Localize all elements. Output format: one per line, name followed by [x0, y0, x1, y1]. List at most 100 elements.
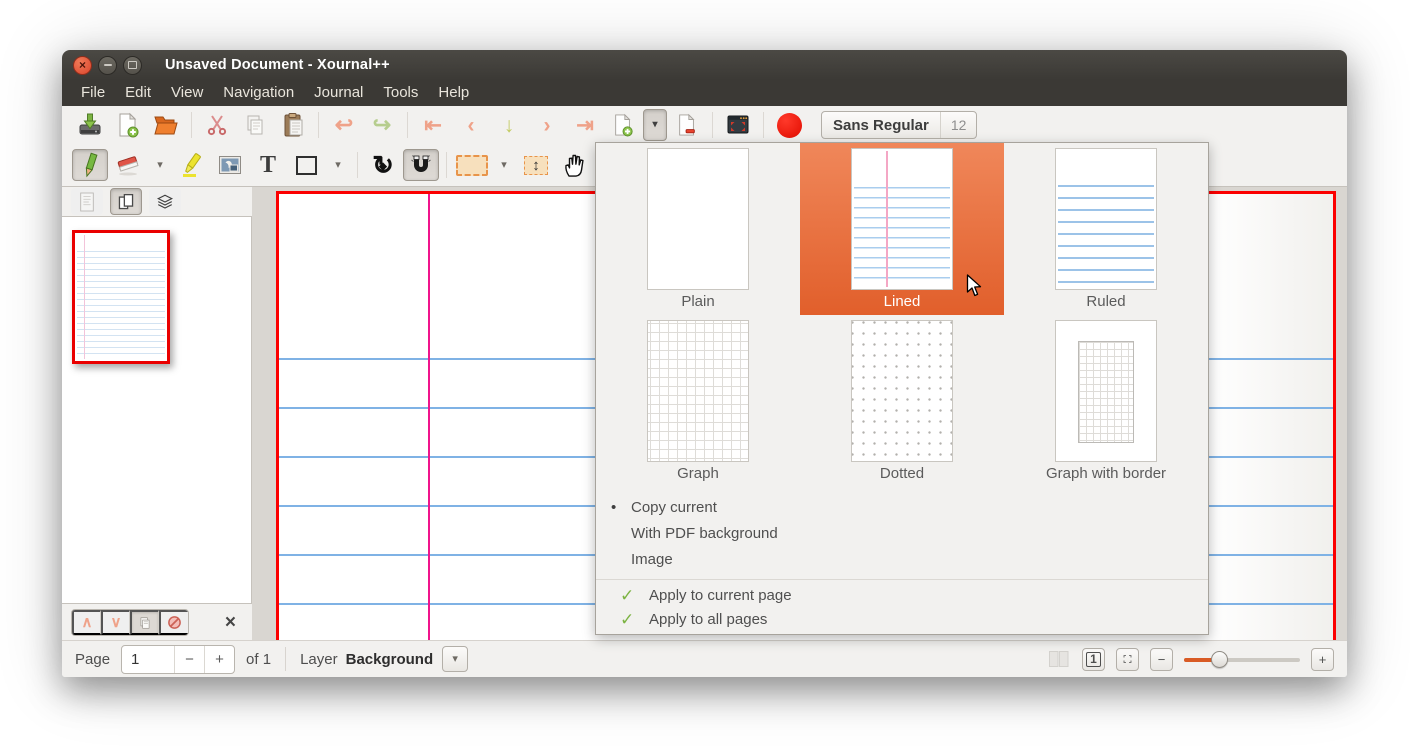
option-with-pdf-background[interactable]: With PDF background [596, 521, 1208, 547]
menu-help[interactable]: Help [428, 80, 479, 106]
delete-page-sidebar-button[interactable] [159, 610, 188, 635]
eraser-icon [115, 153, 141, 177]
page-number-value[interactable]: 1 [122, 646, 174, 673]
first-page-button[interactable]: ⇤ [415, 109, 451, 141]
rotation-snapping-button[interactable]: ↻◆ [365, 149, 401, 181]
copy-page-button[interactable] [130, 610, 159, 635]
sidebar-tab-layers[interactable] [149, 188, 181, 215]
select-rectangle-button[interactable] [454, 149, 490, 181]
zoom-out-button[interactable]: − [1150, 648, 1173, 671]
page-type-dotted[interactable]: Dotted [800, 315, 1004, 487]
shape-tool-button[interactable] [288, 149, 324, 181]
eraser-tool-button[interactable] [110, 149, 146, 181]
menu-edit[interactable]: Edit [115, 80, 161, 106]
zoom-slider-handle[interactable] [1211, 651, 1228, 668]
titlebar[interactable]: × Unsaved Document - Xournal++ [62, 50, 1347, 80]
hand-icon [562, 152, 586, 178]
close-window-button[interactable]: × [73, 56, 92, 75]
close-sidebar-button[interactable]: × [225, 613, 236, 632]
option-image[interactable]: Image [596, 547, 1208, 573]
page-number-spinner[interactable]: 1 − + [121, 645, 235, 674]
menu-file[interactable]: File [71, 80, 115, 106]
delete-page-button[interactable] [669, 109, 705, 141]
page-type-graph[interactable]: Graph [596, 315, 800, 487]
grid-snapping-button[interactable] [403, 149, 439, 181]
hand-tool-button[interactable] [556, 149, 592, 181]
option-copy-current[interactable]: • Copy current [596, 495, 1208, 521]
minimize-window-button[interactable] [98, 56, 117, 75]
rotate-snap-icon: ↻◆ [370, 152, 396, 178]
toolbar-separator [357, 152, 358, 178]
page-preview-panel[interactable] [62, 216, 252, 604]
zoom-slider[interactable] [1184, 648, 1300, 671]
page-type-label: Ruled [1004, 293, 1208, 310]
page-type-graph-with-border[interactable]: Graph with border [1004, 315, 1208, 487]
sidebar-tabs [62, 187, 252, 216]
previous-page-button[interactable]: ‹ [453, 109, 489, 141]
new-document-icon [116, 112, 140, 138]
new-page-icon [612, 113, 634, 137]
fit-page-button[interactable]: 1 [1082, 648, 1105, 671]
redo-button[interactable]: ↪ [364, 109, 400, 141]
presentation-mode-button[interactable] [720, 109, 756, 141]
next-annotated-page-button[interactable]: ↓ [491, 109, 527, 141]
undo-button[interactable]: ↩ [326, 109, 362, 141]
text-tool-button[interactable]: T [250, 149, 286, 181]
last-page-icon: ⇥ [576, 115, 594, 136]
highlighter-tool-button[interactable] [174, 149, 210, 181]
forbidden-icon [167, 613, 182, 632]
move-page-down-button[interactable]: ∨ [101, 610, 130, 635]
record-button[interactable] [771, 109, 807, 141]
next-page-button[interactable]: › [529, 109, 565, 141]
first-page-icon: ⇤ [424, 115, 442, 136]
menu-view[interactable]: View [161, 80, 213, 106]
cut-button[interactable] [199, 109, 235, 141]
apply-to-all-pages[interactable]: ✓ Apply to all pages [596, 608, 1208, 632]
record-icon [777, 113, 802, 138]
maximize-window-button[interactable] [123, 56, 142, 75]
redo-icon: ↪ [373, 114, 391, 136]
font-button[interactable]: Sans Regular 12 [821, 111, 977, 139]
page-thumbnail[interactable] [72, 230, 170, 364]
save-button[interactable] [72, 109, 108, 141]
new-page-after-button[interactable] [605, 109, 641, 141]
image-tool-button[interactable] [212, 149, 248, 181]
menu-tools[interactable]: Tools [373, 80, 428, 106]
open-button[interactable] [148, 109, 184, 141]
page-increment-button[interactable]: + [204, 646, 234, 673]
zoom-in-button[interactable]: + [1311, 648, 1334, 671]
page-type-plain[interactable]: Plain [596, 143, 800, 315]
apply-to-current-page[interactable]: ✓ Apply to current page [596, 584, 1208, 608]
move-page-up-button[interactable]: ∧ [72, 610, 101, 635]
copy-button[interactable] [237, 109, 273, 141]
cut-icon [205, 113, 229, 137]
menu-journal[interactable]: Journal [304, 80, 373, 106]
last-page-button[interactable]: ⇥ [567, 109, 603, 141]
page-template-dropdown-button[interactable]: ▾ [643, 109, 667, 141]
layer-select-button[interactable]: ▾ [442, 646, 468, 672]
menu-navigation[interactable]: Navigation [213, 80, 304, 106]
paste-icon [281, 112, 305, 138]
save-icon [77, 112, 103, 138]
chevron-down-icon: ▾ [335, 160, 341, 171]
fullscreen-icon [725, 113, 751, 137]
new-document-button[interactable] [110, 109, 146, 141]
radio-bullet-icon: • [611, 495, 616, 521]
page-type-label: Graph [596, 465, 800, 482]
shape-options-button[interactable]: ▾ [326, 149, 350, 181]
pen-tool-button[interactable] [72, 149, 108, 181]
background-source-options: • Copy current With PDF background Image… [596, 495, 1208, 632]
app-window: × Unsaved Document - Xournal++ File Edit… [62, 50, 1347, 677]
select-options-button[interactable]: ▾ [492, 149, 516, 181]
fit-width-button[interactable] [1116, 648, 1139, 671]
vertical-space-button[interactable]: ↕ [518, 149, 554, 181]
sidebar-tab-contents[interactable] [71, 188, 103, 215]
page-type-ruled[interactable]: Ruled [1004, 143, 1208, 315]
paste-button[interactable] [275, 109, 311, 141]
sidebar-tab-page-preview[interactable] [110, 188, 142, 215]
open-folder-icon [152, 113, 180, 137]
page-count-label: of 1 [246, 651, 271, 668]
up-chevron-icon: ∧ [82, 615, 93, 630]
page-decrement-button[interactable]: − [174, 646, 204, 673]
eraser-options-button[interactable]: ▾ [148, 149, 172, 181]
